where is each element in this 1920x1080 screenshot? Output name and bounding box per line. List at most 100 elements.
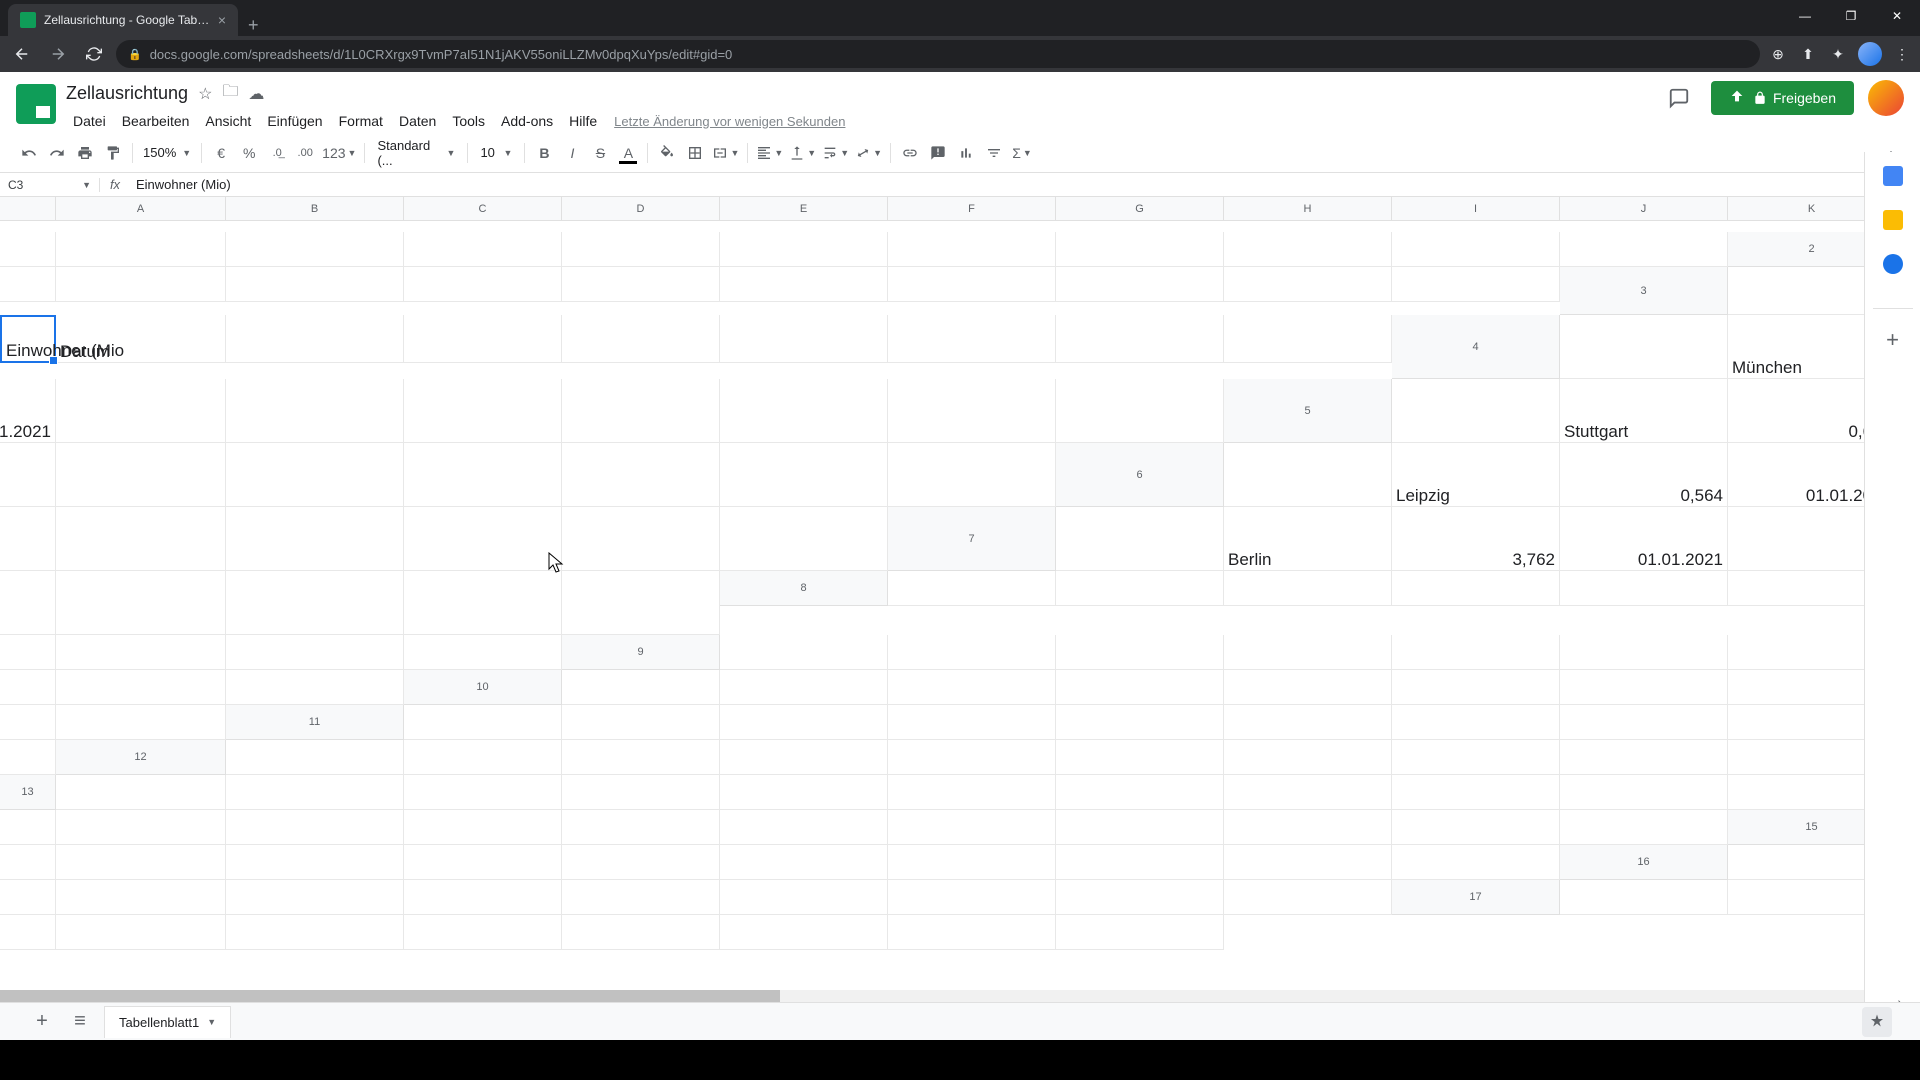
row-header-6[interactable]: 6 bbox=[1056, 443, 1224, 507]
cell-I7[interactable] bbox=[226, 571, 404, 635]
cell-D8[interactable] bbox=[1392, 571, 1560, 606]
cell-G10[interactable] bbox=[1560, 670, 1728, 705]
cell-J2[interactable] bbox=[1224, 267, 1392, 302]
cell-F11[interactable] bbox=[1224, 705, 1392, 740]
cell-E1[interactable] bbox=[562, 232, 720, 267]
cell-D10[interactable] bbox=[1056, 670, 1224, 705]
back-button[interactable] bbox=[8, 40, 36, 68]
cell-A17[interactable] bbox=[1560, 880, 1728, 915]
horizontal-scrollbar[interactable] bbox=[0, 990, 1864, 1002]
cell-J14[interactable] bbox=[1392, 810, 1560, 845]
cell-H1[interactable] bbox=[1056, 232, 1224, 267]
cell-K10[interactable] bbox=[56, 705, 226, 740]
column-header-G[interactable]: G bbox=[1056, 197, 1224, 221]
comments-button[interactable] bbox=[1661, 80, 1697, 116]
cell-F17[interactable] bbox=[226, 915, 404, 950]
rotate-button[interactable]: ▼ bbox=[853, 140, 884, 166]
cell-B13[interactable] bbox=[226, 775, 404, 810]
cell-H4[interactable] bbox=[562, 379, 720, 443]
cell-F10[interactable] bbox=[1392, 670, 1560, 705]
cell-J7[interactable] bbox=[404, 571, 562, 635]
formula-input[interactable]: Einwohner (Mio) bbox=[130, 177, 1920, 192]
menu-view[interactable]: Ansicht bbox=[198, 109, 258, 133]
bold-button[interactable]: B bbox=[531, 140, 557, 166]
cell-B7[interactable]: Berlin bbox=[1224, 507, 1392, 571]
cell-C13[interactable] bbox=[404, 775, 562, 810]
cell-J6[interactable] bbox=[562, 507, 720, 571]
horizontal-align-button[interactable]: ▼ bbox=[754, 140, 785, 166]
cell-C2[interactable] bbox=[56, 267, 226, 302]
cell-I16[interactable] bbox=[888, 880, 1056, 915]
cell-G1[interactable] bbox=[888, 232, 1056, 267]
cell-C16[interactable] bbox=[0, 880, 56, 915]
cell-I6[interactable] bbox=[404, 507, 562, 571]
cell-K4[interactable] bbox=[1056, 379, 1224, 443]
cell-C15[interactable] bbox=[56, 845, 226, 880]
column-header-F[interactable]: F bbox=[888, 197, 1056, 221]
cell-K1[interactable] bbox=[1560, 232, 1728, 267]
cell-G5[interactable] bbox=[226, 443, 404, 507]
column-header-I[interactable]: I bbox=[1392, 197, 1560, 221]
browser-tab[interactable]: Zellausrichtung - Google Tabelle × bbox=[8, 4, 238, 36]
cell-G15[interactable] bbox=[720, 845, 888, 880]
close-tab-icon[interactable]: × bbox=[218, 12, 226, 28]
cell-G16[interactable] bbox=[562, 880, 720, 915]
cell-B1[interactable] bbox=[56, 232, 226, 267]
cell-A4[interactable] bbox=[1560, 315, 1728, 379]
row-header-5[interactable]: 5 bbox=[1224, 379, 1392, 443]
sheet-tab[interactable]: Tabellenblatt1 ▼ bbox=[104, 1006, 231, 1038]
cell-D15[interactable] bbox=[226, 845, 404, 880]
cell-H17[interactable] bbox=[562, 915, 720, 950]
extensions-icon[interactable]: ✦ bbox=[1828, 44, 1848, 64]
decrease-decimal-button[interactable]: .0̲ bbox=[264, 140, 290, 166]
cell-J3[interactable] bbox=[1056, 315, 1224, 363]
minimize-button[interactable]: — bbox=[1782, 0, 1828, 32]
row-header-9[interactable]: 9 bbox=[562, 635, 720, 670]
menu-file[interactable]: Datei bbox=[66, 109, 113, 133]
cell-E9[interactable] bbox=[1392, 635, 1560, 670]
cell-J4[interactable] bbox=[888, 379, 1056, 443]
cell-E11[interactable] bbox=[1056, 705, 1224, 740]
cell-F1[interactable] bbox=[720, 232, 888, 267]
cell-B6[interactable]: Leipzig bbox=[1392, 443, 1560, 507]
cell-E10[interactable] bbox=[1224, 670, 1392, 705]
cell-C12[interactable] bbox=[562, 740, 720, 775]
cell-K7[interactable] bbox=[562, 571, 720, 635]
cell-J1[interactable] bbox=[1392, 232, 1560, 267]
cell-E2[interactable] bbox=[404, 267, 562, 302]
filter-button[interactable] bbox=[981, 140, 1007, 166]
cell-E12[interactable] bbox=[888, 740, 1056, 775]
sheet-tab-dropdown-icon[interactable]: ▼ bbox=[207, 1017, 216, 1027]
profile-avatar[interactable] bbox=[1858, 42, 1882, 66]
cell-I2[interactable] bbox=[1056, 267, 1224, 302]
cell-K8[interactable] bbox=[404, 635, 562, 670]
cell-B10[interactable] bbox=[720, 670, 888, 705]
cell-K2[interactable] bbox=[1392, 267, 1560, 302]
comment-button[interactable] bbox=[925, 140, 951, 166]
cell-D1[interactable] bbox=[404, 232, 562, 267]
cell-K14[interactable] bbox=[1560, 810, 1728, 845]
cell-E5[interactable] bbox=[0, 443, 56, 507]
row-header-8[interactable]: 8 bbox=[720, 571, 888, 606]
cell-I5[interactable] bbox=[562, 443, 720, 507]
column-header-E[interactable]: E bbox=[720, 197, 888, 221]
vertical-align-button[interactable]: ▼ bbox=[787, 140, 818, 166]
merge-button[interactable]: ▼ bbox=[710, 140, 741, 166]
cell-B8[interactable] bbox=[1056, 571, 1224, 606]
cell-A5[interactable] bbox=[1392, 379, 1560, 443]
cell-A14[interactable] bbox=[0, 810, 56, 845]
add-sheet-button[interactable]: + bbox=[28, 1010, 56, 1033]
cell-A13[interactable] bbox=[56, 775, 226, 810]
cell-H15[interactable] bbox=[888, 845, 1056, 880]
cell-F6[interactable] bbox=[0, 507, 56, 571]
row-header-4[interactable]: 4 bbox=[1392, 315, 1560, 379]
cell-F9[interactable] bbox=[1560, 635, 1728, 670]
borders-button[interactable] bbox=[682, 140, 708, 166]
cell-H14[interactable] bbox=[1056, 810, 1224, 845]
fill-color-button[interactable] bbox=[654, 140, 680, 166]
cell-A10[interactable] bbox=[562, 670, 720, 705]
link-button[interactable] bbox=[897, 140, 923, 166]
row-header-7[interactable]: 7 bbox=[888, 507, 1056, 571]
share-button[interactable]: Freigeben bbox=[1711, 81, 1854, 115]
cell-B15[interactable] bbox=[0, 845, 56, 880]
